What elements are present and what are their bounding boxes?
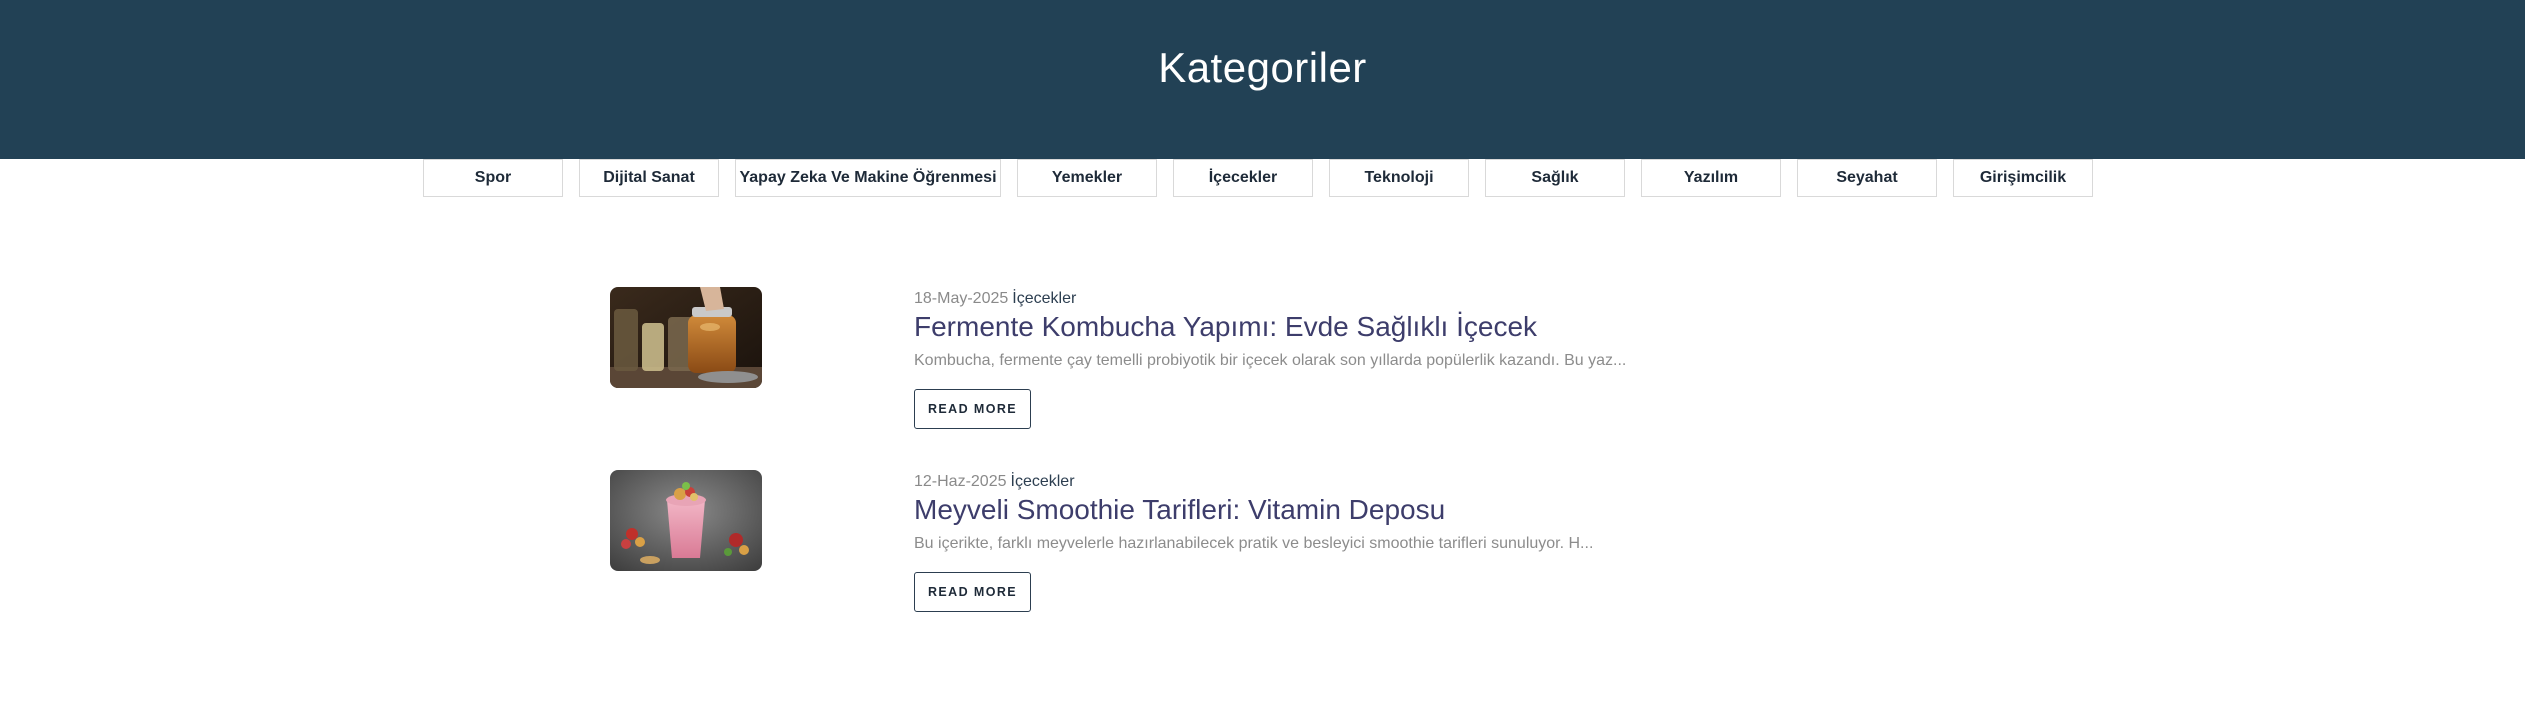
berry-smoothie-image <box>610 470 762 571</box>
read-more-button[interactable]: READ MORE <box>914 389 1031 429</box>
post-date: 12-Haz-2025 <box>914 473 1007 490</box>
post-title[interactable]: Fermente Kombucha Yapımı: Evde Sağlıklı … <box>914 311 1537 343</box>
post-thumbnail[interactable] <box>610 470 762 571</box>
post-category-link[interactable]: İçecekler <box>1011 473 1075 490</box>
post-meta: 18-May-2025 İçecekler <box>914 290 1076 308</box>
post-meta: 12-Haz-2025 İçecekler <box>914 473 1075 491</box>
category-button-spor[interactable]: Spor <box>423 159 563 197</box>
category-button-yazilim[interactable]: Yazılım <box>1641 159 1781 197</box>
page-title: Kategoriler <box>1158 44 1367 91</box>
category-button-yapay-zeka[interactable]: Yapay Zeka Ve Makine Öğrenmesi <box>735 159 1001 197</box>
category-button-icecekler[interactable]: İçecekler <box>1173 159 1313 197</box>
post-excerpt: Bu içerikte, farklı meyvelerle hazırlana… <box>914 535 1594 552</box>
post-category-link[interactable]: İçecekler <box>1012 290 1076 307</box>
category-button-girisimcilik[interactable]: Girişimcilik <box>1953 159 2093 197</box>
post-title[interactable]: Meyveli Smoothie Tarifleri: Vitamin Depo… <box>914 494 1445 526</box>
category-button-saglik[interactable]: Sağlık <box>1485 159 1625 197</box>
kombucha-jars-image <box>610 287 762 388</box>
post-thumbnail[interactable] <box>610 287 762 388</box>
category-nav: Spor Dijital Sanat Yapay Zeka Ve Makine … <box>423 159 2093 199</box>
category-button-teknoloji[interactable]: Teknoloji <box>1329 159 1469 197</box>
category-button-dijital-sanat[interactable]: Dijital Sanat <box>579 159 719 197</box>
post-date: 18-May-2025 <box>914 290 1009 307</box>
post-excerpt: Kombucha, fermente çay temelli probiyoti… <box>914 352 1627 369</box>
read-more-button[interactable]: READ MORE <box>914 572 1031 612</box>
category-button-seyahat[interactable]: Seyahat <box>1797 159 1937 197</box>
category-button-yemekler[interactable]: Yemekler <box>1017 159 1157 197</box>
page-header: Kategoriler <box>0 0 2525 159</box>
